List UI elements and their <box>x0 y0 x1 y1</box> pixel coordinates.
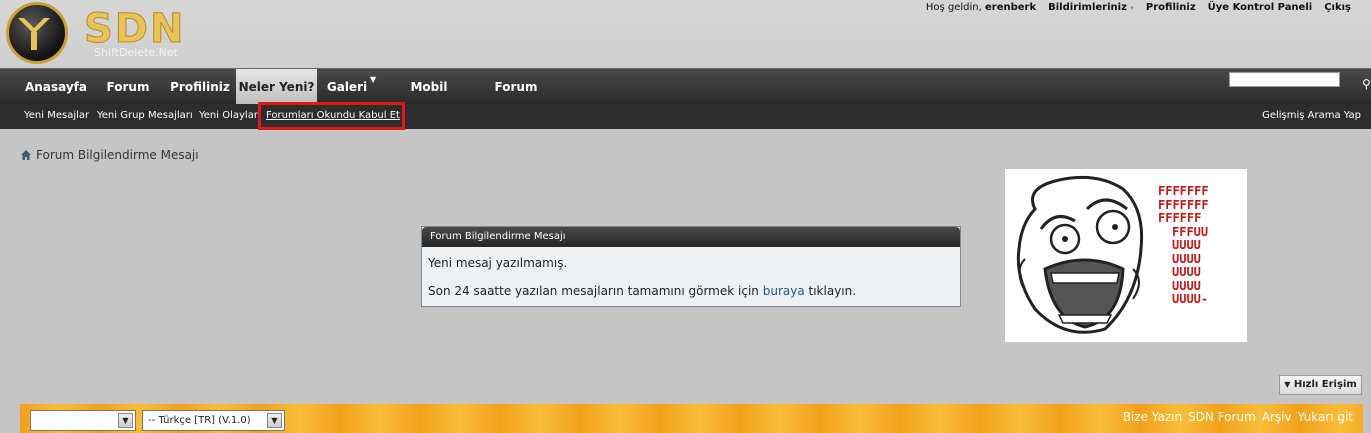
message-body: Yeni mesaj yazılmamış. Son 24 saatte yaz… <box>422 247 960 321</box>
user-links: Hoş geldin, erenberk Bildirimleriniz ▾ P… <box>926 2 1351 13</box>
dropdown-arrow-icon: ▼ <box>118 413 133 428</box>
subnav-new-events[interactable]: Yeni Olaylar <box>199 110 258 121</box>
footer-bar: ▼ -- Türkçe [TR] (V.1.0) ▼ Bize Yazın SD… <box>20 404 1363 433</box>
here-link[interactable]: buraya <box>763 284 805 298</box>
subnav-advanced-search[interactable]: Gelişmiş Arama Yap <box>1262 110 1361 121</box>
nav-item-profile[interactable]: Profiliniz <box>166 69 234 105</box>
sub-nav: Yeni Mesajlar Yeni Grup Mesajları Yeni O… <box>0 104 1371 129</box>
message-title: Forum Bilgilendirme Mesajı <box>422 227 960 247</box>
profile-link[interactable]: Profiliniz <box>1146 2 1196 13</box>
breadcrumb: Forum Bilgilendirme Mesajı <box>20 148 199 162</box>
user-cp-link[interactable]: Üye Kontrol Paneli <box>1208 2 1313 13</box>
home-icon[interactable] <box>20 149 32 161</box>
logo-y-icon <box>18 18 50 50</box>
style-select[interactable]: ▼ <box>30 410 136 431</box>
gallery-dropdown-icon[interactable]: ▼ <box>370 75 376 84</box>
quick-access-button[interactable]: ▼ Hızlı Erişim <box>1279 375 1362 395</box>
nav-item-whats-new[interactable]: Neler Yeni? <box>236 69 317 105</box>
info-message-box: Forum Bilgilendirme Mesajı Yeni mesaj ya… <box>421 226 961 307</box>
rage-face-image: FFFFFFF FFFFFFF FFFFFF FFFUU UUUU UUUU U… <box>1005 169 1247 342</box>
rage-face-drawing <box>1016 175 1144 334</box>
nav-item-forum[interactable]: Forum <box>100 69 156 105</box>
message-line-2: Son 24 saatte yazılan mesajların tamamın… <box>428 284 857 298</box>
welcome-text: Hoş geldin, <box>925 2 982 13</box>
logout-link[interactable]: Çıkış <box>1324 2 1351 13</box>
nav-item-mobile[interactable]: Mobil <box>404 69 454 105</box>
footer-links: Bize Yazın SDN Forum Arşiv Yukarı git <box>1123 410 1353 424</box>
rage-caption: FFFFFFF FFFFFFF FFFFFF FFFUU UUUU UUUU U… <box>1158 184 1209 306</box>
username-link[interactable]: erenberk <box>985 2 1036 13</box>
subnav-new-posts[interactable]: Yeni Mesajlar <box>24 110 89 121</box>
footer-archive-link[interactable]: Arşiv <box>1262 410 1292 424</box>
notifications-link[interactable]: Bildirimleriniz ▾ <box>1048 2 1134 13</box>
nav-item-home[interactable]: Anasayfa <box>18 69 94 105</box>
site-logo[interactable]: SDN ShiftDelete.Net <box>6 2 206 64</box>
site-header: SDN ShiftDelete.Net Hoş geldin, erenberk… <box>0 0 1371 68</box>
message-line-1: Yeni mesaj yazılmamış. <box>428 256 568 270</box>
nav-item-gallery[interactable]: Galeri <box>322 69 372 105</box>
subnav-new-group-posts[interactable]: Yeni Grup Mesajları <box>97 110 193 121</box>
footer-forum-link[interactable]: SDN Forum <box>1188 410 1256 424</box>
logo-subtitle: ShiftDelete.Net <box>94 46 178 59</box>
main-nav: Anasayfa Forum Profiliniz Neler Yeni? Ga… <box>0 68 1371 130</box>
nav-item-rules[interactable]: Forum Kuralları <box>466 69 566 130</box>
footer-contact-link[interactable]: Bize Yazın <box>1123 410 1182 424</box>
language-select[interactable]: -- Türkçe [TR] (V.1.0) ▼ <box>142 410 285 431</box>
search-input[interactable] <box>1229 72 1340 87</box>
caret-down-icon: ▼ <box>1284 380 1291 389</box>
search-icon[interactable]: ⚲ <box>1362 77 1371 91</box>
breadcrumb-current: Forum Bilgilendirme Mesajı <box>36 148 199 162</box>
chevron-down-icon: ▾ <box>1130 4 1134 12</box>
highlight-annotation <box>258 102 405 130</box>
footer-top-link[interactable]: Yukarı git <box>1298 410 1353 424</box>
dropdown-arrow-icon: ▼ <box>267 413 282 428</box>
